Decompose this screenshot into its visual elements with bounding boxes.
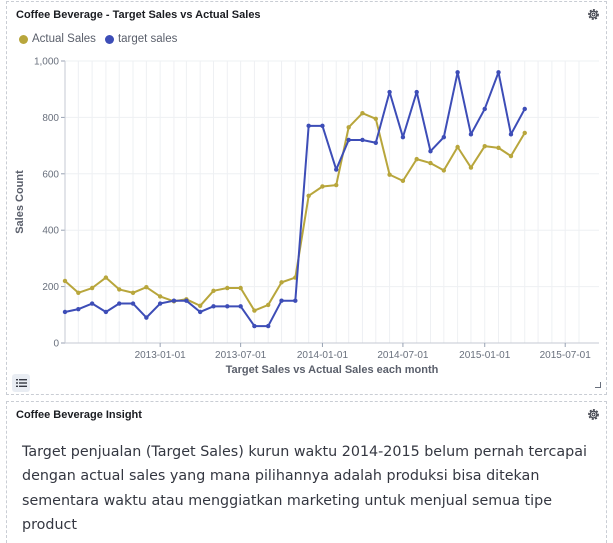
data-point-target-sales [76,306,81,312]
data-point-target-sales [265,323,271,329]
data-point-actual-sales [387,172,392,177]
chart-panel: Coffee Beverage - Target Sales vs Actual… [6,1,607,395]
data-point-actual-sales [482,143,487,149]
data-point-target-sales [414,89,419,95]
y-tick-label: 600 [42,169,59,180]
data-point-actual-sales [441,168,447,173]
y-tick-label: 400 [42,226,59,237]
y-tick-label: 1,000 [34,57,59,68]
data-point-target-sales [103,309,109,315]
data-point-target-sales [197,309,203,315]
data-point-actual-sales [117,287,122,292]
data-point-actual-sales [400,178,406,184]
data-point-actual-sales [130,290,136,296]
data-point-target-sales [468,132,474,137]
data-point-actual-sales [522,130,527,136]
data-point-target-sales [238,304,243,309]
data-point-target-sales [89,301,95,306]
x-axis-title: Target Sales vs Actual Sales each month [226,364,439,376]
data-point-actual-sales [414,156,419,162]
list-icon [15,379,27,387]
data-point-actual-sales [62,278,68,284]
data-point-target-sales [334,167,339,172]
data-point-actual-sales [252,308,257,313]
data-point-actual-sales [103,275,109,280]
legend-toggle-button[interactable] [12,374,30,392]
data-point-target-sales [130,301,136,306]
data-point-actual-sales [279,280,284,285]
data-point-actual-sales [144,284,149,290]
data-point-target-sales [144,315,149,320]
data-point-target-sales [455,70,460,75]
data-point-actual-sales [496,145,501,151]
data-point-actual-sales [76,290,81,296]
x-tick-label: 2015-07-01 [540,350,592,361]
gear-icon[interactable] [583,404,603,424]
data-point-actual-sales [508,153,514,159]
data-point-target-sales [279,298,284,303]
x-tick-label: 2014-07-01 [377,350,429,361]
data-point-actual-sales [265,302,271,308]
x-tick-label: 2015-01-01 [459,350,511,361]
y-tick-label: 0 [53,339,59,350]
data-point-actual-sales [320,184,325,189]
y-axis-title: Sales Count [14,170,26,234]
data-point-target-sales [496,70,501,75]
data-point-target-sales [320,123,325,129]
resize-handle[interactable] [595,382,601,388]
insight-panel-title: Coffee Beverage Insight [16,409,142,421]
data-point-target-sales [346,137,351,143]
data-point-target-sales [306,123,311,129]
data-point-actual-sales [197,303,203,308]
data-point-target-sales [482,106,487,112]
data-point-target-sales [293,298,298,303]
data-point-target-sales [117,301,122,306]
data-point-target-sales [522,106,527,112]
data-point-actual-sales [225,285,230,291]
data-point-target-sales [400,134,406,140]
data-point-actual-sales [157,294,163,299]
data-point-actual-sales [455,144,460,150]
data-point-target-sales [184,298,189,303]
data-point-target-sales [373,140,378,145]
data-point-actual-sales [346,125,351,130]
data-point-actual-sales [211,288,216,294]
data-point-target-sales [62,309,68,315]
x-tick-label: 2014-01-01 [297,350,349,361]
data-point-actual-sales [334,182,339,188]
data-point-actual-sales [238,285,243,291]
data-point-actual-sales [360,110,365,116]
data-point-target-sales [508,132,514,137]
data-point-target-sales [360,137,365,143]
data-point-target-sales [428,149,433,154]
data-point-target-sales [211,304,216,309]
data-point-target-sales [387,89,392,95]
x-tick-label: 2013-07-01 [215,350,267,361]
data-point-target-sales [441,134,447,140]
data-point-actual-sales [89,285,95,291]
y-tick-label: 800 [42,113,59,124]
line-chart: 0 200 400 600 800 1,000 2013-01-01 2013-07-01 20… [14,57,599,376]
insight-text: Target penjualan (Target Sales) kurun wa… [22,444,587,533]
data-point-actual-sales [428,160,433,166]
data-point-target-sales [252,323,257,329]
data-point-actual-sales [468,165,474,170]
insight-panel: Coffee Beverage Insight Target penjualan… [6,401,607,543]
x-tick-label: 2013-01-01 [135,350,187,361]
data-point-target-sales [225,304,230,309]
data-point-actual-sales [373,116,378,122]
data-point-actual-sales [306,193,311,198]
y-tick-label: 200 [42,282,59,293]
data-point-target-sales [157,301,163,306]
data-point-target-sales [171,298,177,303]
